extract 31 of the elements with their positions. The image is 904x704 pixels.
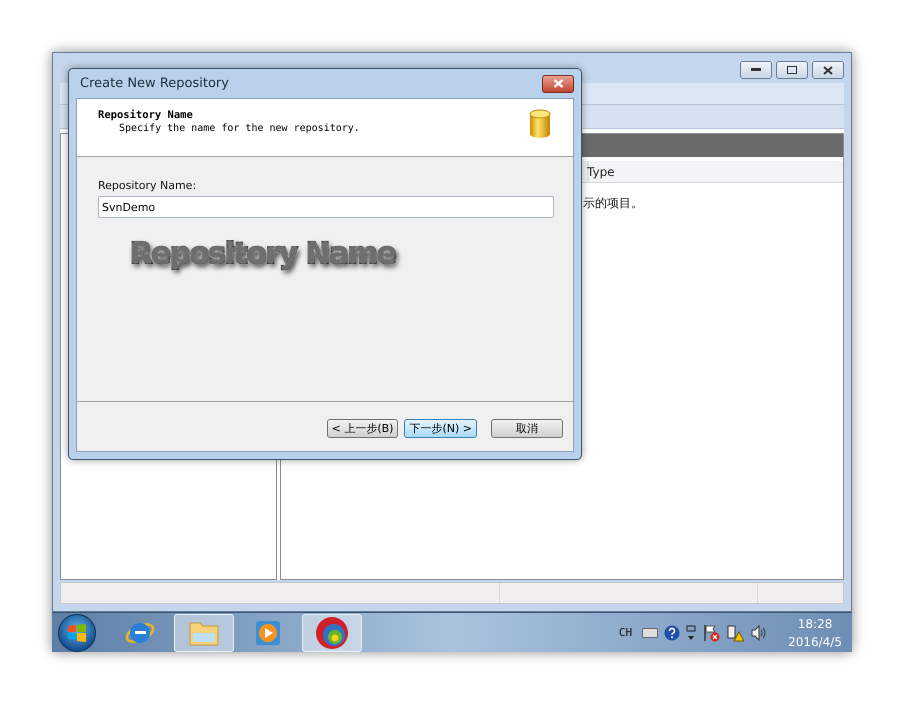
- wizard-button[interactable]: 下一步(N) >: [404, 419, 477, 438]
- language-indicator[interactable]: CH: [618, 626, 632, 639]
- close-button[interactable]: [542, 74, 574, 92]
- media-player-icon: [253, 618, 283, 646]
- overlay-caption: Repository Name: [130, 236, 396, 270]
- repository-name-field[interactable]: SvnDemo: [98, 196, 554, 218]
- wizard-button[interactable]: 取消: [491, 419, 563, 438]
- close-icon: [552, 79, 564, 88]
- flag-error-icon[interactable]: [702, 624, 720, 642]
- circle-logo-icon: [315, 616, 349, 650]
- database-icon: [529, 109, 551, 139]
- minimize-icon: [751, 68, 761, 72]
- maximize-icon: [787, 66, 797, 74]
- close-icon: [823, 66, 833, 74]
- empty-list-message: 示的项目。: [582, 195, 644, 212]
- maximize-button[interactable]: [776, 61, 808, 79]
- minimize-button[interactable]: [740, 61, 772, 79]
- windows-logo-icon: [67, 624, 87, 642]
- header-subtitle: Specify the name for the new repository.: [118, 123, 360, 134]
- volume-icon[interactable]: [750, 624, 768, 640]
- field-label: Repository Name:: [98, 179, 198, 192]
- start-button[interactable]: [58, 614, 96, 652]
- dialog-title: Create New Repository: [79, 76, 229, 91]
- help-icon[interactable]: [664, 624, 680, 640]
- close-button[interactable]: [812, 61, 844, 79]
- network-warning-icon[interactable]: [726, 624, 744, 642]
- header-title: Repository Name: [98, 109, 194, 121]
- wizard-button[interactable]: < 上一步(B): [326, 419, 398, 438]
- window-arrow-icon[interactable]: [686, 624, 696, 640]
- keyboard-icon[interactable]: [642, 628, 658, 638]
- taskbar-app-button[interactable]: [302, 614, 362, 652]
